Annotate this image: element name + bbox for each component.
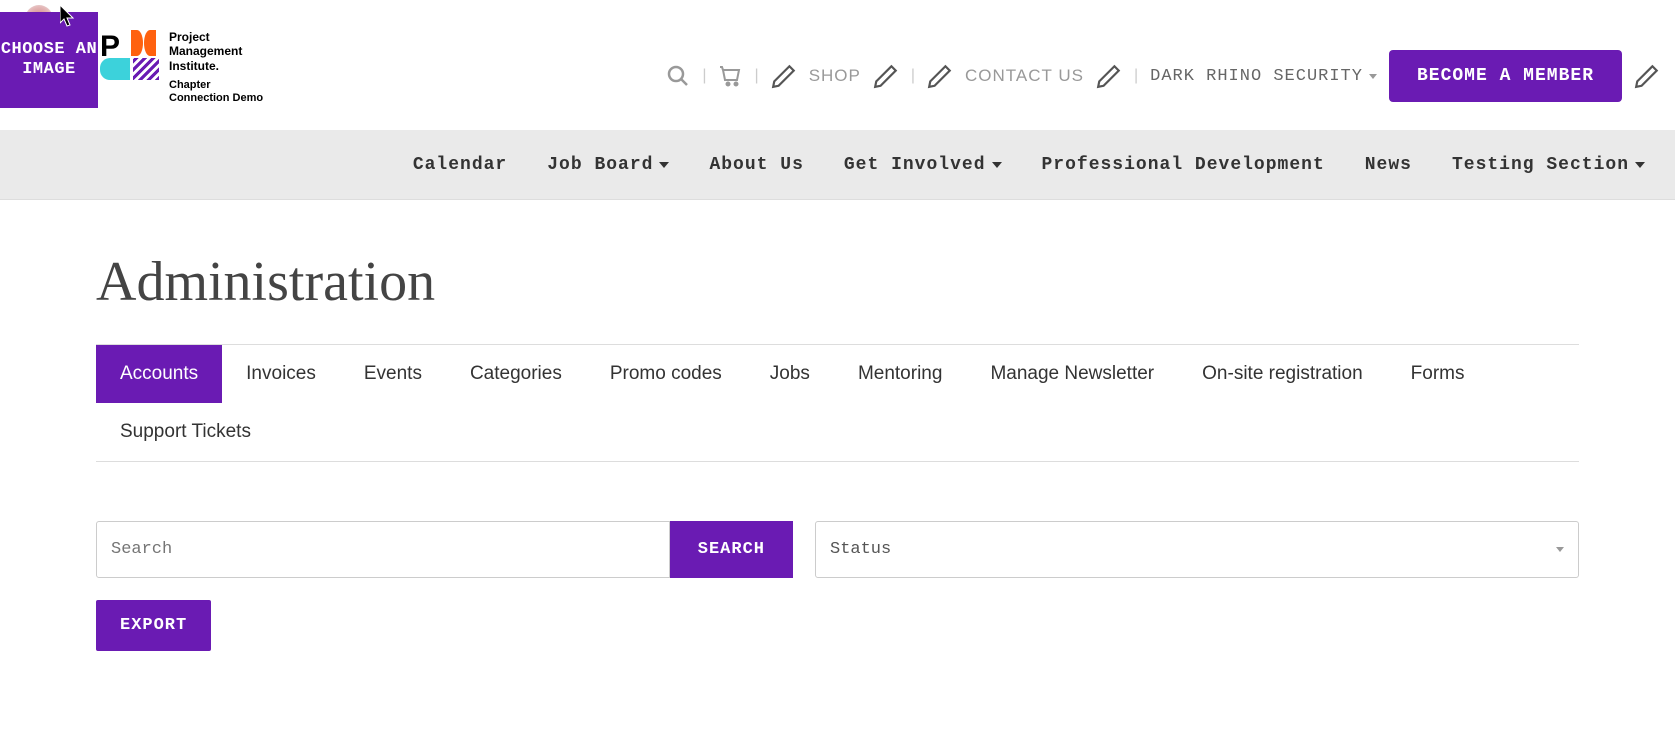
logo-text-line: Connection Demo <box>169 92 263 105</box>
shop-label: SHOP <box>809 66 861 86</box>
tab-events[interactable]: Events <box>340 345 446 403</box>
tab-categories[interactable]: Categories <box>446 345 586 403</box>
tab-jobs[interactable]: Jobs <box>746 345 834 403</box>
nav-calendar[interactable]: Calendar <box>413 155 507 175</box>
logo-text-line: Chapter <box>169 79 263 92</box>
pencil-icon[interactable] <box>771 63 797 89</box>
header: Project Management Institute. Chapter Co… <box>0 0 1675 130</box>
content: Administration Accounts Invoices Events … <box>0 200 1675 691</box>
tab-manage-newsletter[interactable]: Manage Newsletter <box>966 345 1178 403</box>
tab-invoices[interactable]: Invoices <box>222 345 340 403</box>
chevron-down-icon <box>1369 74 1377 79</box>
nav-label: News <box>1365 155 1412 175</box>
logo-stripes-icon <box>133 58 159 80</box>
cursor-arrow-icon <box>60 5 76 27</box>
tab-forms[interactable]: Forms <box>1387 345 1489 403</box>
nav-label: Professional Development <box>1042 155 1325 175</box>
admin-tabs: Accounts Invoices Events Categories Prom… <box>96 344 1579 462</box>
logo-mark <box>100 30 159 106</box>
tab-support-tickets[interactable]: Support Tickets <box>96 403 275 461</box>
nav-label: Job Board <box>547 155 653 175</box>
search-icon[interactable] <box>666 64 690 88</box>
pencil-icon[interactable] <box>927 63 953 89</box>
nav-professional-development[interactable]: Professional Development <box>1042 155 1325 175</box>
nav-separator: | <box>702 67 706 85</box>
chevron-down-icon <box>659 162 669 168</box>
nav-separator: | <box>755 67 759 85</box>
top-nav: | | SHOP | CONTACT US | DARK RHINO SECUR… <box>666 50 1660 102</box>
cart-icon[interactable] <box>719 64 743 88</box>
user-menu[interactable]: DARK RHINO SECURITY <box>1150 67 1377 86</box>
status-placeholder: Status <box>830 540 891 559</box>
export-button[interactable]: EXPORT <box>96 600 211 651</box>
chevron-down-icon <box>1556 547 1564 552</box>
pencil-icon[interactable] <box>1096 63 1122 89</box>
tab-accounts[interactable]: Accounts <box>96 345 222 403</box>
tab-promo-codes[interactable]: Promo codes <box>586 345 746 403</box>
logo-text: Project Management Institute. Chapter Co… <box>169 30 263 106</box>
logo-text-line: Management <box>169 44 263 58</box>
nav-label: About Us <box>709 155 803 175</box>
logo-orange-icon-2 <box>144 30 156 56</box>
nav-separator: | <box>1134 67 1138 85</box>
choose-image-button[interactable]: CHOOSE AN IMAGE <box>0 12 98 108</box>
nav-about-us[interactable]: About Us <box>709 155 803 175</box>
nav-label: Calendar <box>413 155 507 175</box>
search-group: SEARCH <box>96 521 793 578</box>
logo[interactable]: Project Management Institute. Chapter Co… <box>100 30 263 106</box>
nav-news[interactable]: News <box>1365 155 1412 175</box>
contact-link[interactable]: CONTACT US <box>965 66 1084 86</box>
logo-p-icon <box>100 30 128 56</box>
status-select[interactable]: Status <box>815 521 1579 578</box>
pencil-icon[interactable] <box>873 63 899 89</box>
nav-separator: | <box>911 67 915 85</box>
logo-orange-icon <box>131 30 143 56</box>
nav-get-involved[interactable]: Get Involved <box>844 155 1002 175</box>
chevron-down-icon <box>1635 162 1645 168</box>
search-button[interactable]: SEARCH <box>670 521 793 578</box>
tab-mentoring[interactable]: Mentoring <box>834 345 967 403</box>
pencil-icon[interactable] <box>1634 63 1660 89</box>
search-section: SEARCH Status EXPORT <box>96 521 1579 651</box>
become-member-button[interactable]: BECOME A MEMBER <box>1389 50 1622 102</box>
nav-job-board[interactable]: Job Board <box>547 155 669 175</box>
chevron-down-icon <box>992 162 1002 168</box>
search-input[interactable] <box>96 521 670 578</box>
contact-label: CONTACT US <box>965 66 1084 86</box>
main-nav: Calendar Job Board About Us Get Involved… <box>0 130 1675 200</box>
nav-label: Testing Section <box>1452 155 1629 175</box>
nav-testing-section[interactable]: Testing Section <box>1452 155 1645 175</box>
page-title: Administration <box>96 250 1579 314</box>
logo-text-line: Institute. <box>169 59 263 73</box>
tab-on-site-registration[interactable]: On-site registration <box>1178 345 1387 403</box>
nav-label: Get Involved <box>844 155 986 175</box>
logo-text-line: Project <box>169 30 263 44</box>
user-label: DARK RHINO SECURITY <box>1150 67 1363 86</box>
shop-link[interactable]: SHOP <box>809 66 861 86</box>
